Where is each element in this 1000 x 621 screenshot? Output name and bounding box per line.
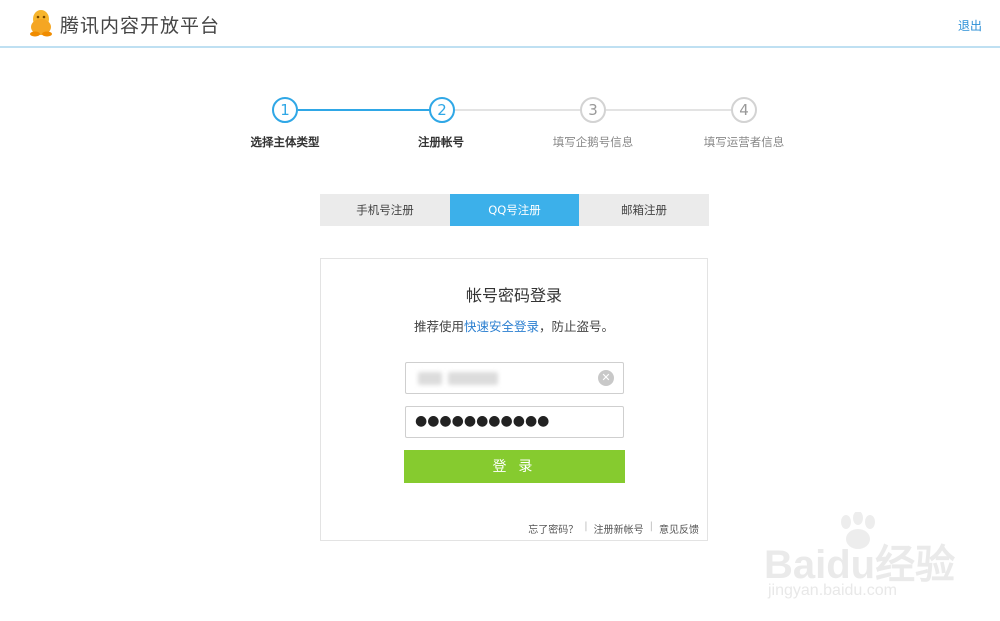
register-new-account-link[interactable]: 注册新帐号 (594, 521, 644, 536)
step-connector-1-2 (298, 109, 430, 111)
step-4-label: 填写运营者信息 (703, 135, 785, 149)
watermark-url: jingyan.baidu.com (768, 582, 897, 599)
step-2-label: 注册帐号 (418, 135, 464, 149)
tab-qq-register[interactable]: QQ号注册 (450, 194, 579, 226)
login-subtitle: 推荐使用快速安全登录，防止盗号。 (321, 316, 707, 335)
quick-login-link[interactable]: 快速安全登录 (464, 319, 539, 334)
login-button[interactable]: 登 录 (404, 450, 625, 483)
blurred-account-value (418, 372, 442, 385)
login-title: 帐号密码登录 (465, 286, 562, 305)
blurred-account-value (448, 372, 498, 385)
step-3-circle: 3 (580, 97, 606, 123)
baidu-jingyan-watermark: Baidu经验 jingyan.baidu.com (762, 512, 987, 612)
step-1-circle: 1 (272, 97, 298, 123)
penguin-logo-icon (30, 10, 52, 37)
account-input[interactable]: ✕ (405, 362, 624, 394)
step-1-label: 选择主体类型 (250, 135, 320, 149)
subtitle-suffix: ，防止盗号。 (539, 319, 615, 334)
password-mask: ●●●●●●●●●●● (415, 413, 550, 429)
feedback-link[interactable]: 意见反馈 (659, 521, 699, 536)
subtitle-prefix: 推荐使用 (413, 319, 464, 334)
link-separator: | (649, 521, 653, 532)
clear-icon[interactable]: ✕ (598, 370, 614, 386)
step-connector-2-3 (455, 109, 580, 111)
login-footer-links: 忘了密码？ | 注册新帐号 | 意见反馈 (528, 521, 699, 536)
tab-email-register[interactable]: 邮箱注册 (579, 194, 709, 226)
step-2-circle: 2 (429, 97, 455, 123)
step-4-circle: 4 (731, 97, 757, 123)
step-connector-3-4 (606, 109, 731, 111)
tab-phone-register[interactable]: 手机号注册 (320, 194, 450, 226)
login-panel: 帐号密码登录 推荐使用快速安全登录，防止盗号。 ✕ ●●●●●●●●●●● 登 … (320, 258, 708, 541)
top-header: 腾讯内容开放平台 退出 (0, 0, 1000, 48)
logout-link[interactable]: 退出 (958, 17, 982, 34)
password-input[interactable]: ●●●●●●●●●●● (405, 406, 624, 438)
register-method-tabs: 手机号注册 QQ号注册 邮箱注册 (320, 194, 709, 226)
site-title: 腾讯内容开放平台 (60, 15, 221, 37)
registration-stepper: 1 2 3 4 选择主体类型 注册帐号 填写企鹅号信息 填写运营者信息 (0, 96, 1000, 156)
link-separator: | (584, 521, 588, 532)
forgot-password-link[interactable]: 忘了密码？ (528, 521, 578, 536)
step-3-label: 填写企鹅号信息 (552, 135, 634, 149)
